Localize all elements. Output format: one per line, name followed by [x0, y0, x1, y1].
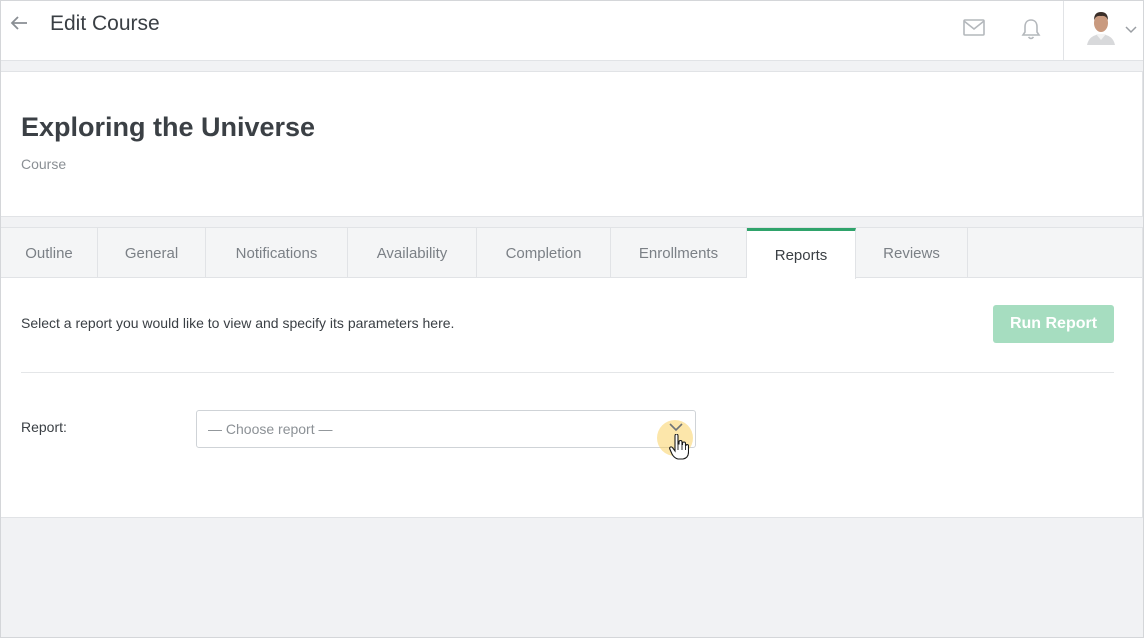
chevron-down-icon: [1125, 26, 1137, 34]
back-button[interactable]: [8, 12, 30, 34]
account-menu-toggle[interactable]: [1125, 22, 1137, 34]
tab-general[interactable]: General: [98, 228, 206, 278]
tab-availability[interactable]: Availability: [348, 228, 477, 278]
section-divider: [21, 372, 1114, 373]
tab-reports[interactable]: Reports: [747, 228, 856, 279]
header-divider: [1063, 0, 1064, 60]
chevron-down-icon[interactable]: [668, 421, 684, 433]
course-type-label: Course: [21, 156, 67, 172]
user-avatar[interactable]: [1085, 9, 1117, 45]
run-report-button[interactable]: Run Report: [993, 305, 1114, 343]
tab-completion[interactable]: Completion: [477, 228, 611, 278]
mail-button[interactable]: [963, 19, 987, 39]
page-title: Edit Course: [50, 12, 160, 35]
course-title: Exploring the Universe: [21, 112, 316, 142]
course-tabs: Outline General Notifications Availabili…: [0, 227, 1143, 279]
tab-enrollments[interactable]: Enrollments: [611, 228, 747, 278]
report-field-label: Report:: [21, 419, 67, 435]
top-header: Edit Course: [0, 0, 1144, 61]
report-select[interactable]: — Choose report —: [196, 410, 696, 448]
reports-intro-text: Select a report you would like to view a…: [21, 315, 455, 331]
report-select-placeholder: — Choose report —: [208, 421, 333, 437]
arrow-left-icon: [10, 16, 27, 30]
notifications-button[interactable]: [1021, 18, 1041, 40]
mail-icon: [963, 19, 985, 36]
hand-pointer-icon: [669, 434, 689, 460]
course-header-card: Exploring the Universe Course: [0, 71, 1143, 217]
bell-icon: [1021, 19, 1041, 40]
reports-panel: Select a report you would like to view a…: [0, 277, 1143, 518]
tab-notifications[interactable]: Notifications: [206, 228, 348, 278]
tab-outline[interactable]: Outline: [1, 228, 98, 278]
tab-reviews[interactable]: Reviews: [856, 228, 968, 278]
